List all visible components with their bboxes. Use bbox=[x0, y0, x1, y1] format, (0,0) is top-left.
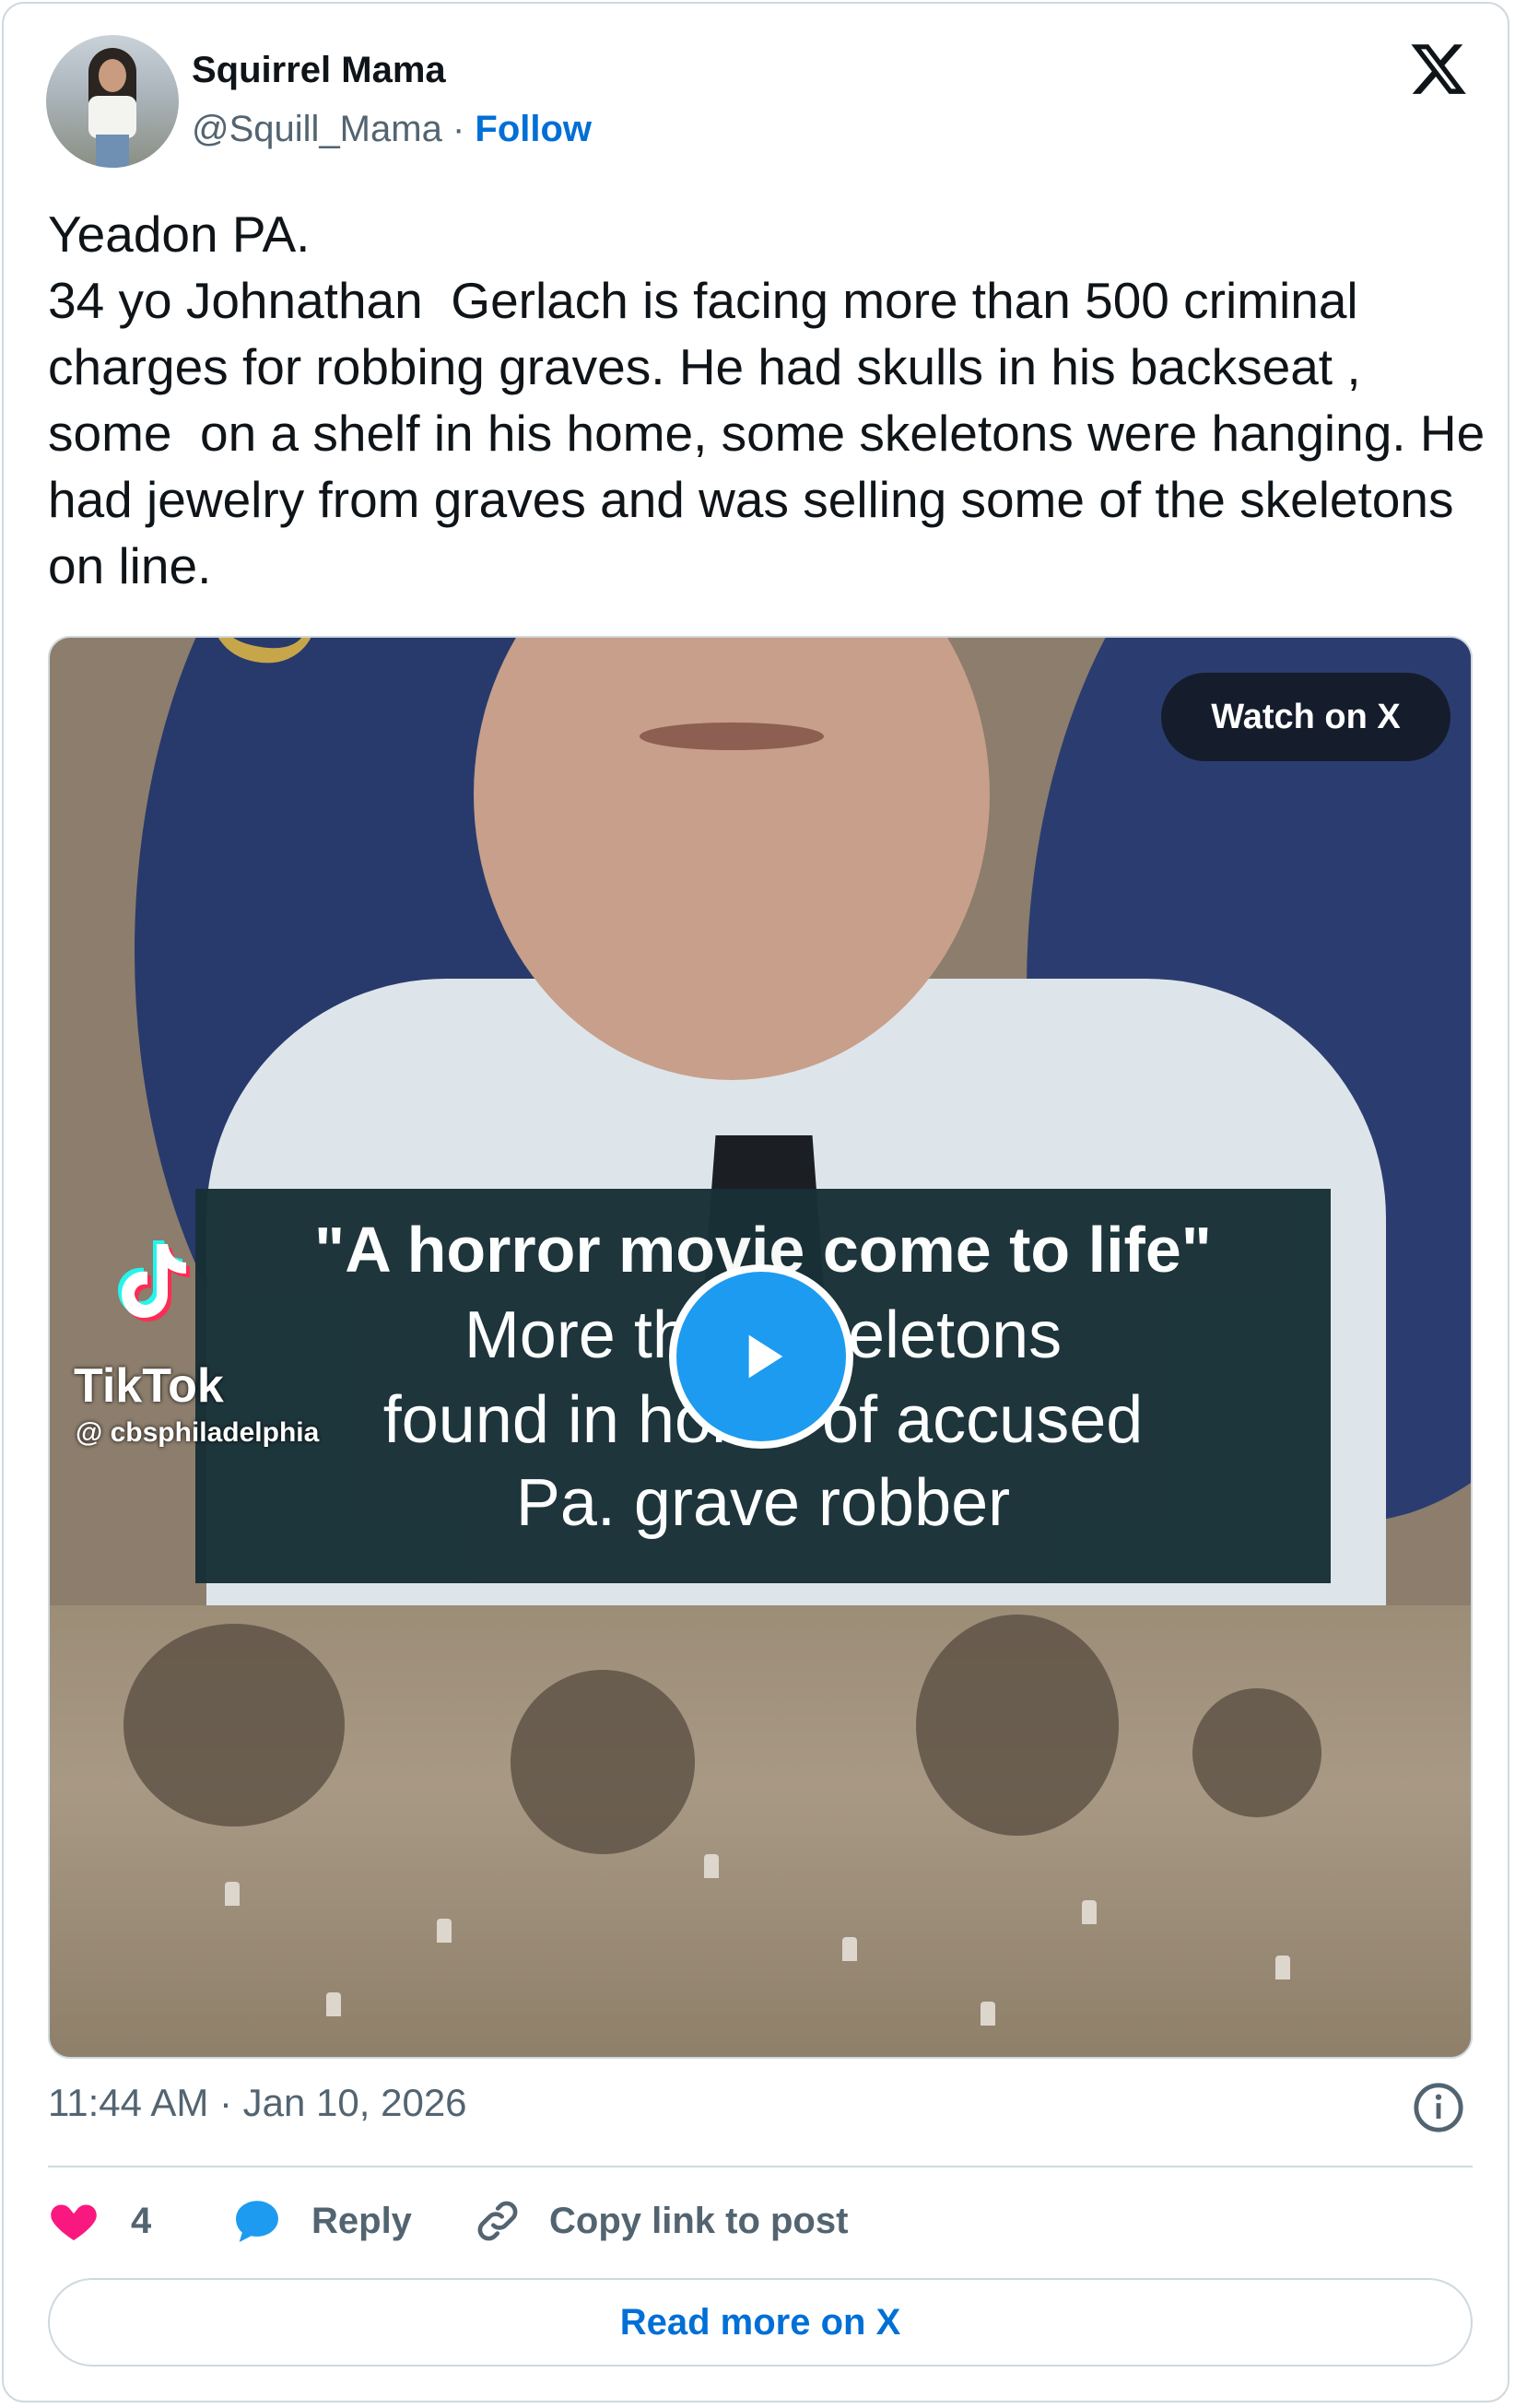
video-media[interactable]: OFF RIM Watch on X "A horror movie come … bbox=[48, 636, 1473, 2059]
reply-button[interactable]: Reply bbox=[230, 2193, 412, 2249]
officer-mouth bbox=[640, 722, 824, 750]
action-bar: 4 Reply Copy link to post bbox=[48, 2193, 1473, 2249]
overlay-line-4: Pa. grave robber bbox=[515, 1466, 1011, 1540]
read-more-button[interactable]: Read more on X bbox=[48, 2278, 1473, 2367]
cemetery-background bbox=[50, 1605, 1471, 2057]
info-icon[interactable] bbox=[1412, 2081, 1465, 2134]
separator-dot: · bbox=[452, 109, 465, 149]
copy-link-button[interactable]: Copy link to post bbox=[472, 2193, 848, 2249]
copy-link-label: Copy link to post bbox=[549, 2200, 849, 2241]
play-button[interactable] bbox=[669, 1264, 853, 1449]
reply-label: Reply bbox=[311, 2200, 412, 2241]
tiktok-logo-icon bbox=[118, 1240, 190, 1321]
watch-on-x-button[interactable]: Watch on X bbox=[1161, 673, 1450, 761]
tiktok-brand: TikTok bbox=[74, 1359, 224, 1413]
reply-bubble-icon bbox=[236, 2201, 278, 2242]
play-icon bbox=[748, 1334, 783, 1379]
x-logo-icon[interactable] bbox=[1408, 39, 1469, 100]
author-name[interactable]: Squirrel Mama bbox=[192, 50, 446, 91]
tweet-card: Squirrel Mama @Squill_Mama · Follow Yead… bbox=[2, 2, 1509, 2402]
tweet-timestamp[interactable]: 11:44 AM · Jan 10, 2026 bbox=[48, 2081, 467, 2125]
like-count: 4 bbox=[131, 2200, 152, 2241]
heart-icon bbox=[51, 2204, 97, 2240]
author-handle[interactable]: @Squill_Mama bbox=[192, 109, 442, 149]
divider bbox=[48, 2166, 1473, 2167]
link-icon bbox=[477, 2201, 518, 2241]
tweet-text: Yeadon PA. 34 yo Johnathan Gerlach is fa… bbox=[48, 206, 1486, 594]
avatar[interactable] bbox=[46, 35, 179, 168]
author-handle-row: @Squill_Mama · Follow bbox=[192, 109, 592, 150]
follow-button[interactable]: Follow bbox=[475, 109, 592, 149]
tiktok-handle: @ cbsphiladelphia bbox=[76, 1417, 320, 1448]
like-button[interactable]: 4 bbox=[48, 2193, 151, 2249]
